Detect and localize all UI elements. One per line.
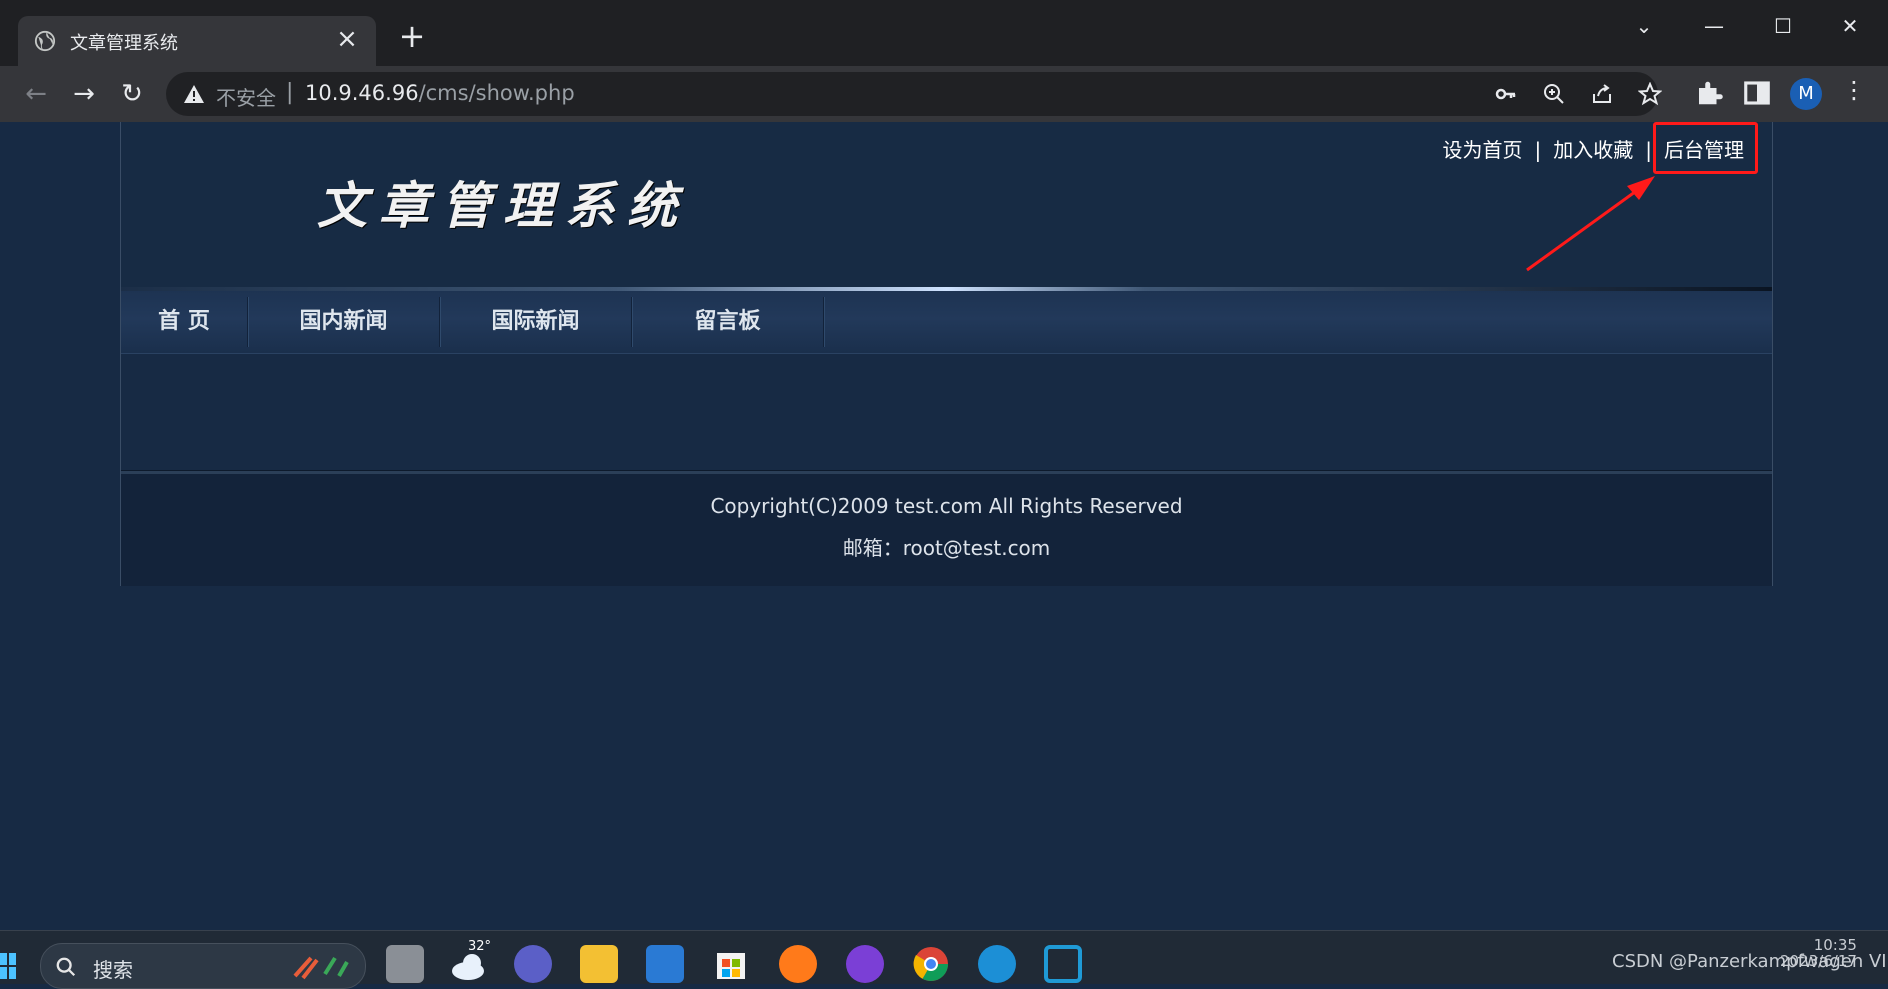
site-container: 文章管理系统 设为首页 | 加入收藏 | 后台管理 首 页 国内新闻 国际新闻 留言板 … xyxy=(120,122,1773,586)
browser-tab[interactable]: 文章管理系统 × xyxy=(18,16,376,66)
extensions-icon[interactable] xyxy=(1694,78,1724,108)
os-taskbar: 搜索 32° CSDN @Panzerkampfwagen VI 10:35 2… xyxy=(0,930,1888,989)
url-text[interactable]: 10.9.46.96/cms/show.php xyxy=(305,81,575,105)
browser-menu-icon[interactable]: ⋮ xyxy=(1842,76,1866,104)
contact-email: 邮箱：root@test.com xyxy=(842,536,1051,560)
security-label[interactable]: 不安全 xyxy=(216,82,276,111)
share-icon[interactable] xyxy=(1590,82,1614,106)
browser-toolbar: ← → ↻ 不安全 | 10.9.46.96/cms/show.php M ⋮ xyxy=(0,66,1888,122)
minimize-button[interactable]: — xyxy=(1684,6,1744,46)
address-bar[interactable]: 不安全 | 10.9.46.96/cms/show.php xyxy=(166,72,1662,116)
annotation-arrow xyxy=(1526,176,1655,272)
vmware-icon[interactable] xyxy=(1044,945,1082,983)
url-path: /cms/show.php xyxy=(418,81,575,105)
system-clock[interactable]: 10:35 2023/6/17 xyxy=(1780,937,1857,969)
maximize-button[interactable]: ☐ xyxy=(1753,6,1813,46)
store-grid-icon xyxy=(717,953,745,979)
new-tab-button[interactable]: + xyxy=(394,18,430,54)
web-page: 文章管理系统 设为首页 | 加入收藏 | 后台管理 首 页 国内新闻 国际新闻 留言板 … xyxy=(0,122,1888,930)
globe-icon xyxy=(34,30,56,52)
weather-icon[interactable]: 32° xyxy=(450,939,491,983)
key-icon[interactable] xyxy=(1494,82,1518,106)
tab-search-icon[interactable]: ⌄ xyxy=(1614,6,1674,46)
windows-start-icon[interactable] xyxy=(0,951,16,981)
copyright-text: Copyright(C)2009 test.com All Rights Res… xyxy=(710,494,1183,518)
url-host: 10.9.46.96 xyxy=(305,81,419,105)
microsoft-store-icon[interactable] xyxy=(712,945,750,983)
warning-triangle-icon xyxy=(184,85,204,103)
teams-chat-icon[interactable] xyxy=(514,945,552,983)
side-panel-icon[interactable] xyxy=(1742,78,1772,108)
search-highlight-icon xyxy=(293,956,349,980)
tab-title: 文章管理系统 xyxy=(70,33,178,54)
search-label: 搜索 xyxy=(93,958,133,982)
star-icon[interactable] xyxy=(1638,82,1662,106)
clock-time: 10:35 xyxy=(1813,936,1857,954)
firefox-icon[interactable] xyxy=(779,945,817,983)
zoom-icon[interactable] xyxy=(1542,82,1566,106)
weather-temp: 32° xyxy=(468,939,492,954)
clock-date: 2023/6/17 xyxy=(1780,952,1857,970)
browser-titlebar: 文章管理系统 × + ⌄ — ☐ ✕ xyxy=(0,0,1888,66)
tab-close-icon[interactable]: × xyxy=(332,24,362,54)
site-footer: Copyright(C)2009 test.com All Rights Res… xyxy=(121,474,1772,586)
taskbar-search[interactable]: 搜索 xyxy=(40,943,366,989)
chrome-logo-icon xyxy=(913,947,948,981)
main-content xyxy=(121,354,1772,470)
close-window-button[interactable]: ✕ xyxy=(1820,6,1880,46)
search-icon xyxy=(56,957,76,977)
mask-app-icon[interactable] xyxy=(846,945,884,983)
edge-icon[interactable] xyxy=(978,945,1016,983)
mail-icon[interactable] xyxy=(646,945,684,983)
file-explorer-icon[interactable] xyxy=(580,945,618,983)
chrome-icon[interactable] xyxy=(912,945,950,983)
forward-button[interactable]: → xyxy=(64,74,104,114)
task-view-icon[interactable] xyxy=(386,945,424,983)
reload-button[interactable]: ↻ xyxy=(112,74,152,114)
omnibox-separator: | xyxy=(286,80,294,105)
back-button[interactable]: ← xyxy=(16,74,56,114)
profile-avatar[interactable]: M xyxy=(1790,78,1822,110)
